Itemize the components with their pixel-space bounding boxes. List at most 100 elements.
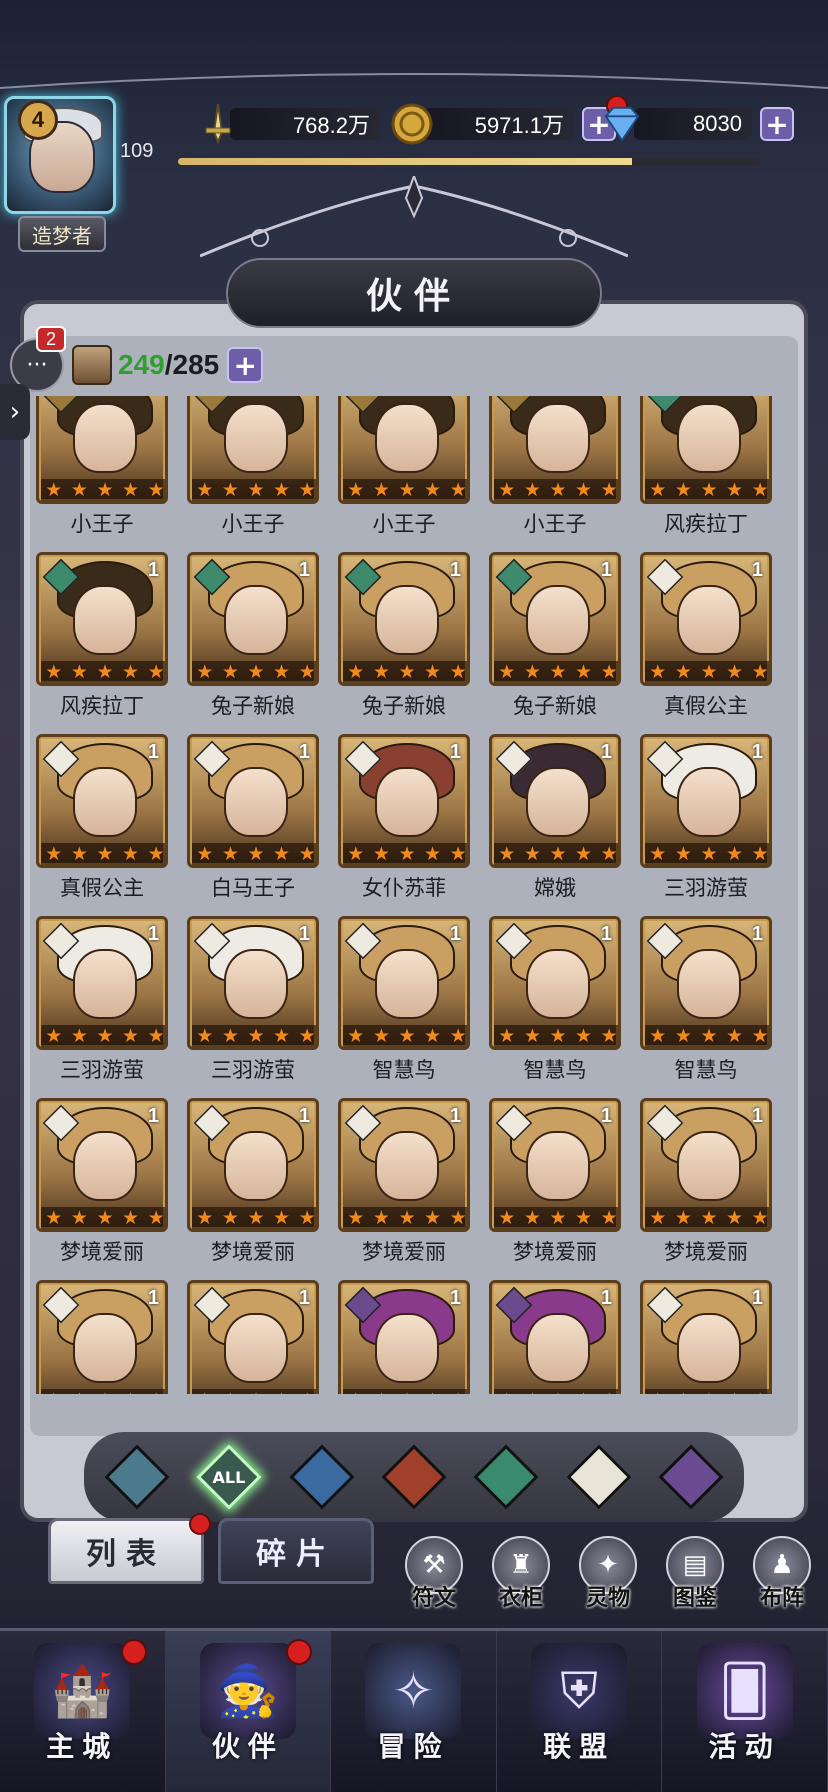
nav-cards[interactable]: 🂠 活动 <box>662 1631 828 1792</box>
star-icon: ★ <box>600 660 618 683</box>
partner-portrait: 1 ★ ★ ★ ★ ★ <box>489 552 621 686</box>
partner-stars: ★ ★ ★ ★ ★ <box>645 479 769 501</box>
nav-shield[interactable]: ⛨ 联盟 <box>497 1631 663 1792</box>
star-icon: ★ <box>498 1024 516 1047</box>
tab-fragments-label: 碎片 <box>256 1537 336 1572</box>
star-icon: ★ <box>674 842 692 865</box>
partner-card[interactable]: 1 ★ ★ ★ ★ ★ 三羽游萤 <box>36 916 168 1098</box>
partner-card[interactable]: 1 ★ ★ ★ ★ ★ 白马王子 <box>187 734 319 916</box>
partner-stars: ★ ★ ★ ★ ★ <box>192 1389 316 1394</box>
partner-card[interactable]: 1 ★ ★ ★ ★ ★ 梦境爱丽 <box>640 1098 772 1280</box>
star-icon: ★ <box>247 660 265 683</box>
partner-card[interactable]: 1 ★ ★ ★ ★ ★ 真假公主 <box>36 734 168 916</box>
star-icon: ★ <box>398 478 416 501</box>
dark-filter-icon <box>658 1444 724 1510</box>
star-icon: ★ <box>649 842 667 865</box>
partner-card[interactable]: 1 ★ ★ ★ ★ ★ <box>489 1280 621 1394</box>
partner-card[interactable]: 1 ★ ★ ★ ★ ★ <box>640 1280 772 1394</box>
partner-quantity: 1 <box>147 559 159 581</box>
partner-card[interactable]: ★ ★ ★ ★ ★ 小王子 <box>489 396 621 552</box>
star-icon: ★ <box>273 842 291 865</box>
filter-earth[interactable] <box>104 1444 170 1510</box>
partner-name: 嫦娥 <box>534 876 576 900</box>
partner-card[interactable]: 1 ★ ★ ★ ★ ★ 梦境爱丽 <box>338 1098 470 1280</box>
filter-water[interactable] <box>289 1444 355 1510</box>
partner-card[interactable]: ★ ★ ★ ★ ★ 小王子 <box>338 396 470 552</box>
partner-card[interactable]: 1 ★ ★ ★ ★ ★ <box>36 1280 168 1394</box>
star-icon: ★ <box>147 478 165 501</box>
partner-card[interactable]: ★ ★ ★ ★ ★ 小王子 <box>36 396 168 552</box>
partner-card[interactable]: 1 ★ ★ ★ ★ ★ 真假公主 <box>640 552 772 734</box>
expand-capacity-button[interactable]: + <box>227 347 264 383</box>
partner-face <box>73 1313 137 1383</box>
partner-card[interactable]: 1 ★ ★ ★ ★ ★ 智慧鸟 <box>640 916 772 1098</box>
partner-count-icon <box>72 345 112 385</box>
nav-castle[interactable]: 🏰 主城 <box>0 1631 166 1792</box>
partner-card[interactable]: 1 ★ ★ ★ ★ ★ 兔子新娘 <box>187 552 319 734</box>
partner-card[interactable]: 1 ★ ★ ★ ★ ★ 梦境爱丽 <box>36 1098 168 1280</box>
star-icon: ★ <box>649 1390 666 1394</box>
partner-face <box>73 585 137 655</box>
star-icon: ★ <box>347 478 365 501</box>
star-icon: ★ <box>649 660 667 683</box>
tool-codex[interactable]: ▤ 图鉴 <box>653 1536 737 1616</box>
star-icon: ★ <box>273 478 291 501</box>
tab-list[interactable]: 列表 <box>48 1513 211 1584</box>
partner-card[interactable]: ★ ★ ★ ★ ★ 风疾拉丁 <box>640 396 772 552</box>
nav-witch-hat[interactable]: 🧙 伙伴 <box>165 1631 332 1792</box>
star-icon: ★ <box>122 1206 140 1229</box>
add-diamond-button[interactable]: + <box>760 107 794 141</box>
nav-label: 伙伴 <box>211 1730 284 1763</box>
nav-compass[interactable]: ✧ 冒险 <box>331 1631 497 1792</box>
star-icon: ★ <box>424 1024 442 1047</box>
partner-card[interactable]: 1 ★ ★ ★ ★ ★ 风疾拉丁 <box>36 552 168 734</box>
star-icon: ★ <box>398 660 416 683</box>
tool-rune[interactable]: ⚒ 符文 <box>392 1536 476 1616</box>
tool-formation[interactable]: ♟ 布阵 <box>740 1536 824 1616</box>
tool-spirit[interactable]: ✦ 灵物 <box>566 1536 650 1616</box>
partner-grid-viewport[interactable]: ★ ★ ★ ★ ★ 小王子 ★ ★ ★ ★ ★ 小王子 ★ ★ ★ ★ ★ 小王子 ★ ★ ★ ★ ★ 小王子 ★ ★ ★ ★ ★ 风疾拉… <box>36 396 792 1394</box>
partner-quantity: 1 <box>751 741 763 763</box>
filter-all[interactable]: ALL <box>196 1444 262 1510</box>
filter-dark[interactable] <box>658 1444 724 1510</box>
star-icon: ★ <box>674 1206 692 1229</box>
partner-face <box>73 767 137 837</box>
star-icon: ★ <box>298 1024 316 1047</box>
partner-name: 三羽游萤 <box>60 1058 144 1082</box>
partner-stars: ★ ★ ★ ★ ★ <box>41 1389 165 1394</box>
star-icon: ★ <box>122 842 140 865</box>
partner-card[interactable]: 1 ★ ★ ★ ★ ★ <box>187 1280 319 1394</box>
filter-light[interactable] <box>566 1444 632 1510</box>
tool-label: 图鉴 <box>672 1586 717 1611</box>
star-icon: ★ <box>196 1206 214 1229</box>
partner-card[interactable]: 1 ★ ★ ★ ★ ★ 梦境爱丽 <box>489 1098 621 1280</box>
partner-card[interactable]: 1 ★ ★ ★ ★ ★ 三羽游萤 <box>640 734 772 916</box>
filter-fire[interactable] <box>381 1444 447 1510</box>
partner-card[interactable]: 1 ★ ★ ★ ★ ★ 女仆苏菲 <box>338 734 470 916</box>
partner-name: 梦境爱丽 <box>362 1240 446 1264</box>
player-title[interactable]: 造梦者 <box>18 216 106 252</box>
partner-portrait: 1 ★ ★ ★ ★ ★ <box>187 552 319 686</box>
partner-card[interactable]: 1 ★ ★ ★ ★ ★ 智慧鸟 <box>338 916 470 1098</box>
star-icon: ★ <box>372 660 390 683</box>
partner-card[interactable]: 1 ★ ★ ★ ★ ★ <box>338 1280 470 1394</box>
filter-wind[interactable] <box>473 1444 539 1510</box>
partner-card[interactable]: 1 ★ ★ ★ ★ ★ 兔子新娘 <box>489 552 621 734</box>
tool-wardrobe[interactable]: ♜ 衣柜 <box>479 1536 563 1616</box>
star-icon: ★ <box>575 842 593 865</box>
star-icon: ★ <box>347 1390 364 1394</box>
partner-card[interactable]: 1 ★ ★ ★ ★ ★ 兔子新娘 <box>338 552 470 734</box>
tab-fragments[interactable]: 碎片 <box>218 1518 374 1584</box>
partner-card[interactable]: ★ ★ ★ ★ ★ 小王子 <box>187 396 319 552</box>
partner-name: 兔子新娘 <box>211 694 295 718</box>
title-ornament <box>200 176 628 258</box>
partner-card[interactable]: 1 ★ ★ ★ ★ ★ 梦境爱丽 <box>187 1098 319 1280</box>
partner-name: 智慧鸟 <box>372 1058 436 1082</box>
chat-expand-arrow-icon[interactable]: › <box>0 384 30 440</box>
star-icon: ★ <box>147 842 165 865</box>
partner-card[interactable]: 1 ★ ★ ★ ★ ★ 三羽游萤 <box>187 916 319 1098</box>
partner-card[interactable]: 1 ★ ★ ★ ★ ★ 嫦娥 <box>489 734 621 916</box>
partner-card[interactable]: 1 ★ ★ ★ ★ ★ 智慧鸟 <box>489 916 621 1098</box>
nav-label: 联盟 <box>543 1730 616 1763</box>
star-icon: ★ <box>700 660 718 683</box>
